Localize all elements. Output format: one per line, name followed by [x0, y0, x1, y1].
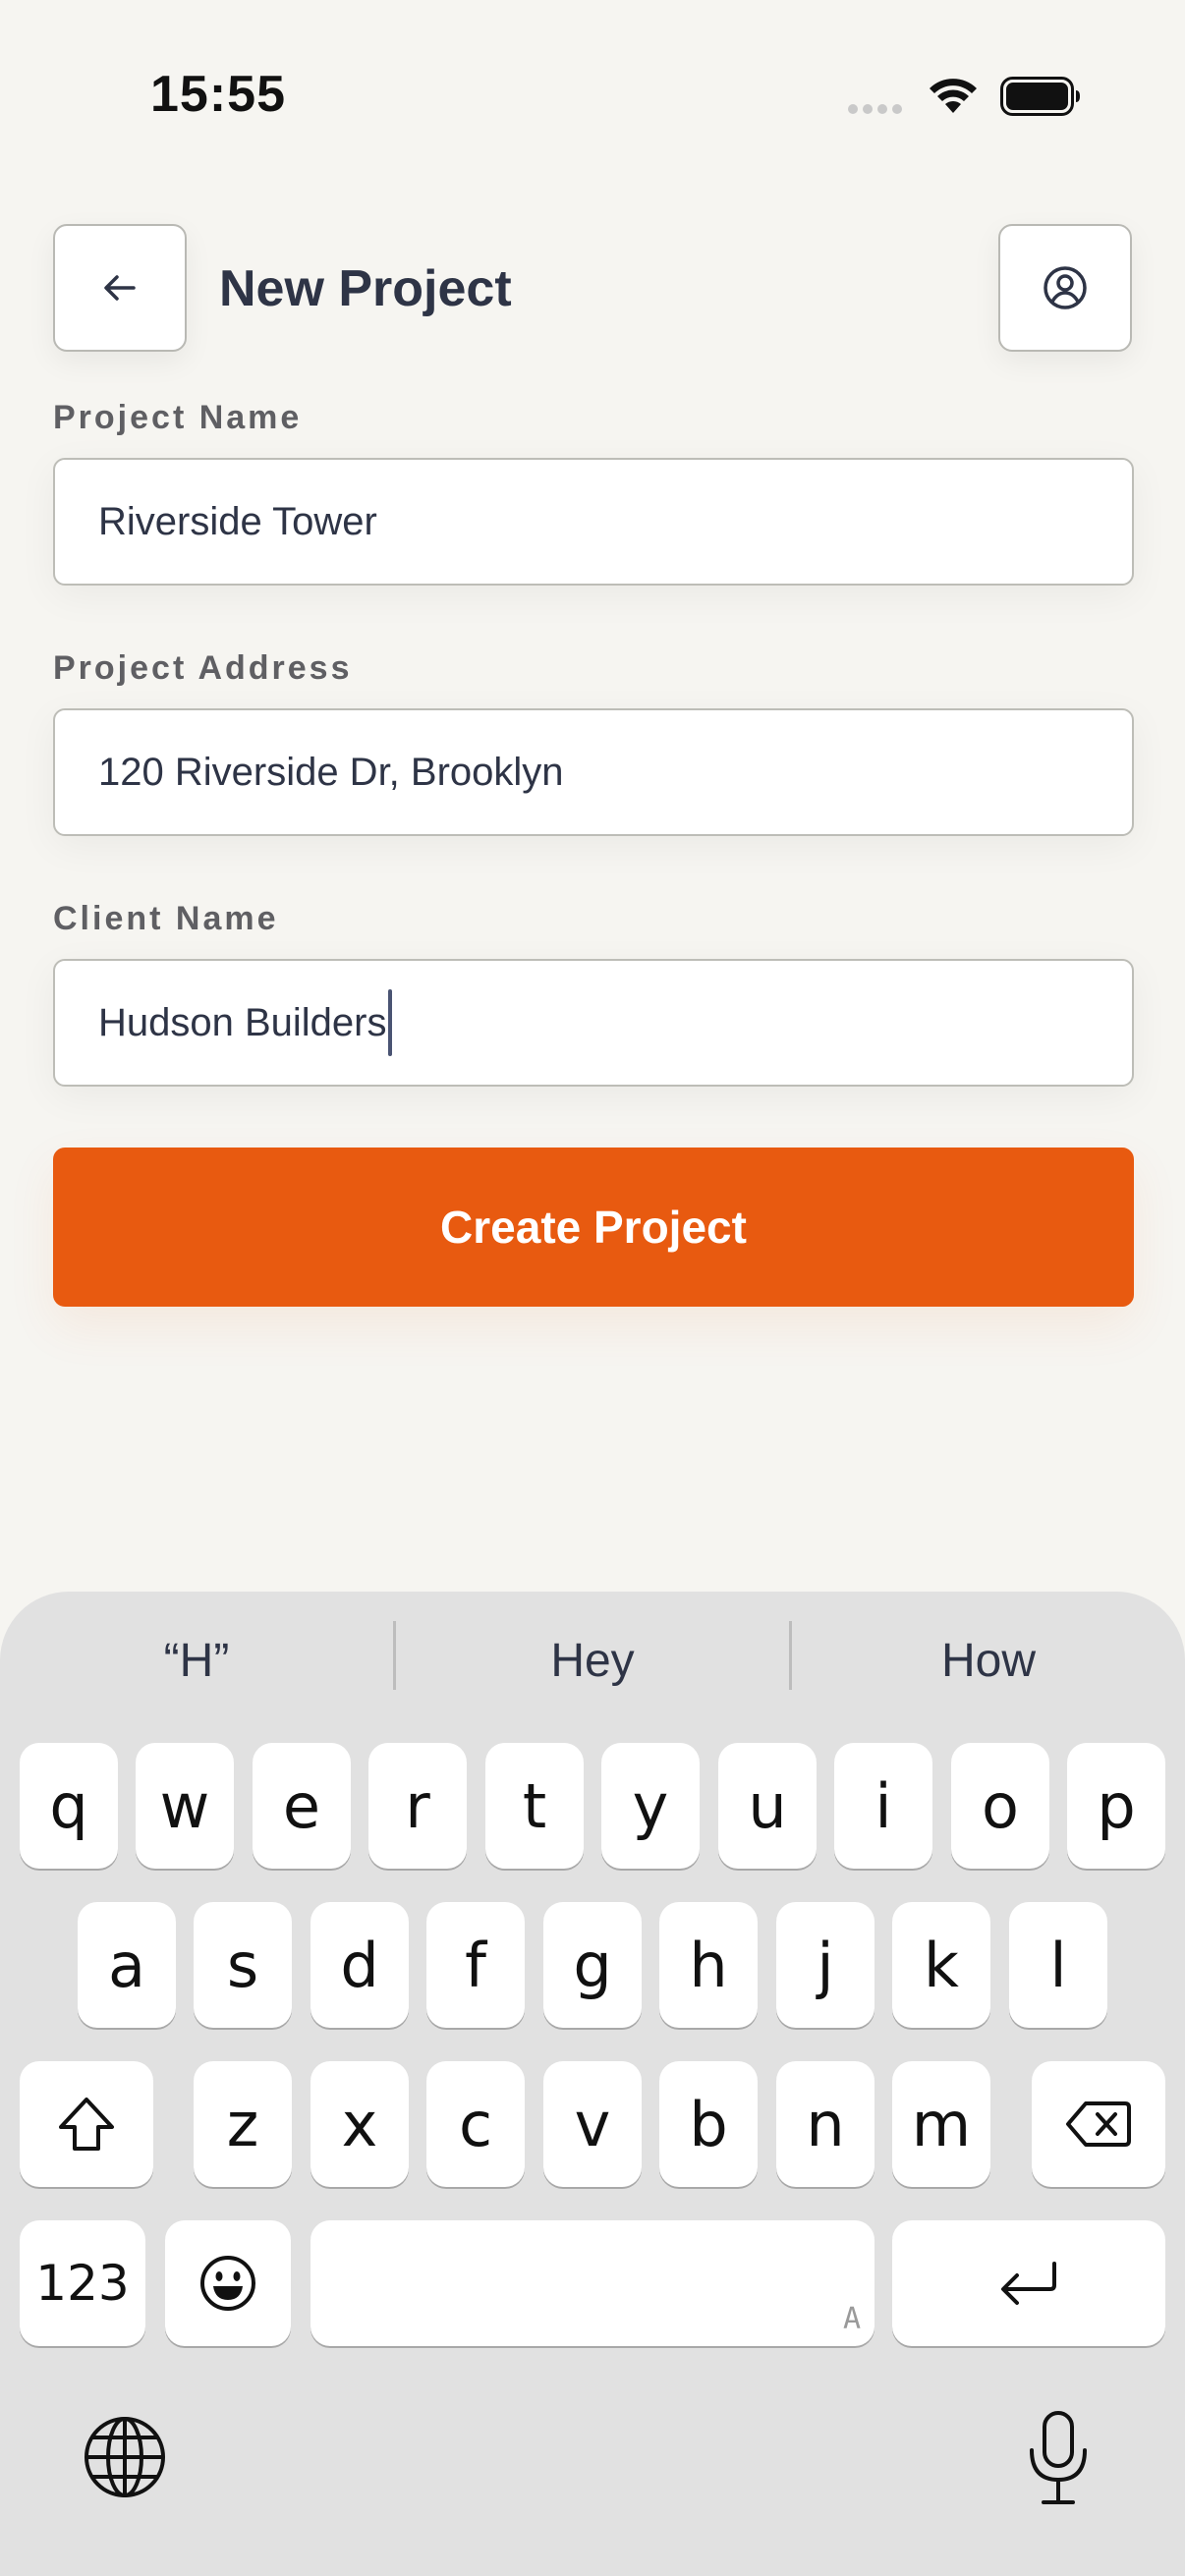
emoji-key[interactable] — [165, 2220, 291, 2346]
suggestion-bar: “H” Hey How — [0, 1621, 1185, 1700]
key-g[interactable]: g — [543, 1902, 642, 2028]
key-h[interactable]: h — [659, 1902, 758, 2028]
space-key-hint: A — [842, 2302, 861, 2336]
numbers-key[interactable]: 123 — [20, 2220, 145, 2346]
shift-key[interactable] — [20, 2061, 153, 2187]
key-x[interactable]: x — [310, 2061, 409, 2187]
back-button[interactable] — [53, 224, 187, 352]
key-f[interactable]: f — [426, 1902, 525, 2028]
create-project-button[interactable]: Create Project — [53, 1148, 1134, 1307]
return-key[interactable] — [892, 2220, 1165, 2346]
key-r[interactable]: r — [368, 1743, 467, 1869]
key-u[interactable]: u — [718, 1743, 817, 1869]
key-o[interactable]: o — [951, 1743, 1049, 1869]
key-i[interactable]: i — [834, 1743, 932, 1869]
text-cursor — [387, 989, 392, 1056]
battery-icon — [1000, 77, 1080, 116]
key-z[interactable]: z — [194, 2061, 292, 2187]
suggestion-item[interactable]: Hey — [396, 1621, 789, 1700]
project-name-value: Riverside Tower — [98, 499, 377, 543]
status-bar: 15:55 — [0, 0, 1185, 196]
key-v[interactable]: v — [543, 2061, 642, 2187]
key-w[interactable]: w — [136, 1743, 234, 1869]
client-name-value: Hudson Builders — [98, 1000, 387, 1044]
globe-icon[interactable] — [83, 2415, 167, 2499]
key-b[interactable]: b — [659, 2061, 758, 2187]
project-address-input[interactable]: 120 Riverside Dr, Brooklyn — [53, 708, 1134, 836]
key-c[interactable]: c — [426, 2061, 525, 2187]
client-name-label: Client Name — [53, 900, 279, 937]
key-s[interactable]: s — [194, 1902, 292, 2028]
emoji-icon — [200, 2256, 255, 2311]
backspace-key[interactable] — [1032, 2061, 1165, 2187]
status-time: 15:55 — [150, 66, 286, 123]
project-address-value: 120 Riverside Dr, Brooklyn — [98, 750, 564, 794]
page-title: New Project — [219, 260, 512, 317]
arrow-left-icon — [104, 275, 136, 301]
project-address-label: Project Address — [53, 649, 353, 687]
cellular-signal-icon — [848, 104, 902, 114]
return-icon — [1001, 2262, 1056, 2305]
key-e[interactable]: e — [253, 1743, 351, 1869]
client-name-input[interactable]: Hudson Builders — [53, 959, 1134, 1087]
key-a[interactable]: a — [78, 1902, 176, 2028]
microphone-icon[interactable] — [1026, 2409, 1091, 2507]
profile-button[interactable] — [998, 224, 1132, 352]
page-header: New Project — [0, 224, 1185, 354]
user-circle-icon — [1044, 266, 1087, 309]
key-l[interactable]: l — [1009, 1902, 1107, 2028]
key-p[interactable]: p — [1067, 1743, 1165, 1869]
key-y[interactable]: y — [601, 1743, 700, 1869]
key-d[interactable]: d — [310, 1902, 409, 2028]
wifi-icon — [930, 79, 977, 113]
key-k[interactable]: k — [892, 1902, 990, 2028]
suggestion-item[interactable]: How — [792, 1621, 1185, 1700]
key-t[interactable]: t — [485, 1743, 584, 1869]
project-name-input[interactable]: Riverside Tower — [53, 458, 1134, 586]
suggestion-item[interactable]: “H” — [0, 1621, 393, 1700]
backspace-icon — [1066, 2101, 1131, 2147]
key-m[interactable]: m — [892, 2061, 990, 2187]
key-j[interactable]: j — [776, 1902, 875, 2028]
project-name-label: Project Name — [53, 399, 303, 436]
key-n[interactable]: n — [776, 2061, 875, 2187]
shift-icon — [59, 2098, 114, 2151]
key-q[interactable]: q — [20, 1743, 118, 1869]
space-key[interactable]: A — [310, 2220, 875, 2346]
